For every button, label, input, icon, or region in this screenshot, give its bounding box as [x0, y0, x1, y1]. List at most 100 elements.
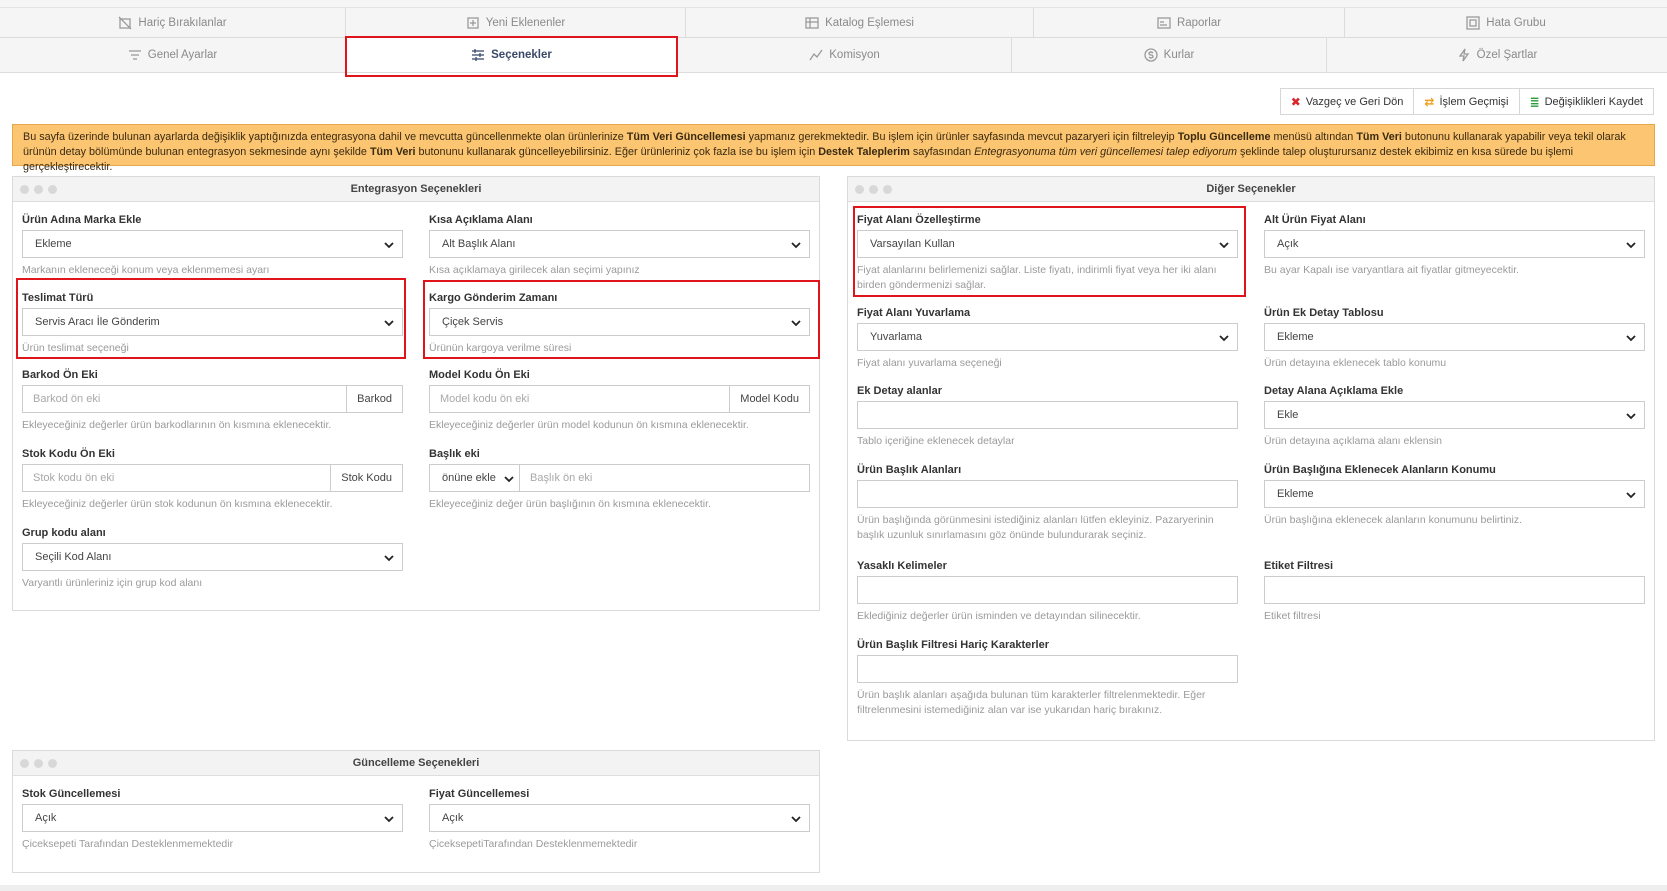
title-pos-select[interactable]: Ekleme: [1264, 480, 1645, 508]
field-hint: Ekleyeceğiniz değer ürün başlığının ön k…: [429, 498, 711, 510]
price-update-select[interactable]: Açık: [429, 804, 810, 832]
tab-label: Genel Ayarlar: [147, 49, 218, 61]
chevron-down-icon: [384, 318, 394, 328]
field-label: Ürün Adına Marka Ekle: [22, 214, 142, 226]
detail-desc-select[interactable]: Ekle: [1264, 401, 1645, 429]
title-pos-field: Ürün Başlığına Eklenecek Alanların Konum…: [1264, 464, 1645, 528]
warning-text: menüsü altından: [1270, 131, 1357, 143]
field-hint: Ürün teslimat seçeneği: [22, 342, 129, 354]
group-code-select[interactable]: Seçili Kod Alanı: [22, 543, 403, 571]
stock-update-select[interactable]: Açık: [22, 804, 403, 832]
stock-update-field: Stok Güncellemesi Açık Çiceksepeti Taraf…: [22, 788, 403, 852]
integration-options-panel: Entegrasyon Seçenekleri Ürün Adına Marka…: [12, 176, 820, 611]
select-value: Seçili Kod Alanı: [35, 551, 112, 563]
field-hint: Ekleyeceğiniz değerler ürün model kodunu…: [429, 419, 749, 431]
chevron-down-icon: [1626, 490, 1636, 500]
report-icon: [1157, 16, 1171, 29]
extra-table-select[interactable]: Ekleme: [1264, 323, 1645, 351]
title-prefix-position-select[interactable]: önüne ekle: [429, 464, 519, 492]
field-label: Yasaklı Kelimeler: [857, 560, 947, 572]
field-hint: Eklediğiniz değerler ürün isminden ve de…: [857, 610, 1141, 622]
select-value: Açık: [1277, 238, 1299, 250]
field-hint: Ürün başlığına eklenecek alanların konum…: [1264, 514, 1522, 526]
tab-currencies[interactable]: Kurlar: [1012, 38, 1327, 72]
barcode-addon: Barkod: [347, 385, 403, 413]
cancel-button[interactable]: ✖ Vazgeç ve Geri Dön: [1279, 88, 1415, 115]
tag-filter-input[interactable]: [1264, 576, 1645, 604]
brand-field: Ürün Adına Marka Ekle Ekleme Markanın ek…: [22, 214, 403, 278]
field-label: Model Kodu Ön Eki: [429, 369, 530, 381]
field-hint: Bu ayar Kapalı ise varyantlara ait fiyat…: [1264, 264, 1520, 276]
price-custom-field: Fiyat Alanı Özelleştirme Varsayılan Kull…: [857, 214, 1238, 293]
tab-catalog-mapping[interactable]: Katalog Eşlemesi: [686, 8, 1034, 37]
tab-label: Katalog Eşlemesi: [825, 16, 914, 29]
extra-fields-input[interactable]: [857, 401, 1238, 429]
price-custom-select[interactable]: Varsayılan Kullan: [857, 230, 1238, 258]
price-round-select[interactable]: Yuvarlama: [857, 323, 1238, 351]
field-hint: Ürün başlığında görünmesini istediğiniz …: [857, 514, 1214, 541]
field-label: Stok Kodu Ön Eki: [22, 448, 115, 460]
tab-row-1: Hariç Bırakılanlar Yeni Eklenenler Katal…: [0, 8, 1667, 38]
database-icon: ≣: [1529, 94, 1540, 109]
field-hint: ÇiceksepetiTarafından Desteklenmemektedi…: [429, 838, 638, 850]
field-label: Kısa Açıklama Alanı: [429, 214, 533, 226]
warning-banner: Bu sayfa üzerinde bulunan ayarlarda deği…: [12, 124, 1655, 173]
general-settings-icon: [128, 50, 141, 60]
tab-options[interactable]: Seçenekler: [346, 38, 678, 72]
banned-words-input[interactable]: [857, 576, 1238, 604]
cancel-label: Vazgeç ve Geri Dön: [1305, 95, 1404, 108]
sub-price-select[interactable]: Açık: [1264, 230, 1645, 258]
warning-bold: Tüm Veri: [369, 146, 416, 158]
select-value: Yuvarlama: [870, 331, 922, 343]
save-button[interactable]: ≣ Değişiklikleri Kaydet: [1518, 88, 1654, 115]
tab-special-terms[interactable]: Özel Şartlar: [1327, 38, 1667, 72]
history-button[interactable]: ⇄ İşlem Geçmişi: [1413, 88, 1520, 115]
tab-label: Kurlar: [1163, 49, 1195, 61]
select-value: Çiçek Servis: [442, 316, 504, 328]
bottom-strip: [0, 885, 1667, 891]
brand-select[interactable]: Ekleme: [22, 230, 403, 258]
field-label: Alt Ürün Fiyat Alanı: [1264, 214, 1366, 226]
warning-bold: Tüm Veri: [1356, 131, 1402, 143]
select-value: Ekleme: [1277, 488, 1314, 500]
update-options-panel: Güncelleme Seçenekleri Stok Güncellemesi…: [12, 750, 820, 873]
field-label: Kargo Gönderim Zamanı: [429, 292, 558, 304]
field-hint: Tablo içeriğine eklenecek detaylar: [857, 435, 1015, 447]
commission-icon: [809, 49, 823, 61]
short-desc-select[interactable]: Alt Başlık Alanı: [429, 230, 810, 258]
swap-icon: ⇄: [1424, 94, 1435, 109]
tab-excluded[interactable]: Hariç Bırakılanlar: [0, 8, 346, 37]
field-hint: Ürünün kargoya verilme süresi: [429, 342, 572, 354]
tab-reports[interactable]: Raporlar: [1034, 8, 1345, 37]
stock-prefix-input[interactable]: Stok kodu ön eki: [22, 464, 332, 492]
stock-addon: Stok Kodu: [331, 464, 403, 492]
price-update-field: Fiyat Güncellemesi Açık ÇiceksepetiTaraf…: [429, 788, 810, 852]
panel-header: Entegrasyon Seçenekleri: [13, 177, 819, 202]
model-prefix-input[interactable]: Model kodu ön eki: [429, 385, 731, 413]
cargo-time-select[interactable]: Çiçek Servis: [429, 308, 810, 336]
panel-header: Güncelleme Seçenekleri: [13, 751, 819, 776]
model-input-group: Model kodu ön eki Model Kodu: [429, 385, 810, 413]
tab-commission[interactable]: Komisyon: [678, 38, 1012, 72]
field-label: Ürün Ek Detay Tablosu: [1264, 307, 1384, 319]
field-hint: Markanın ekleneceği konum veya eklenmeme…: [22, 264, 270, 276]
barcode-prefix-input[interactable]: Barkod ön eki: [22, 385, 348, 413]
price-round-field: Fiyat Alanı Yuvarlama Yuvarlama Fiyat al…: [857, 307, 1238, 371]
tab-new-items[interactable]: Yeni Eklenenler: [346, 8, 686, 37]
tab-error-group[interactable]: Hata Grubu: [1345, 8, 1667, 37]
title-prefix-input[interactable]: Başlık ön eki: [519, 464, 810, 492]
select-value: Varsayılan Kullan: [870, 238, 955, 250]
warning-bold: Tüm Veri Güncellemesi: [626, 131, 746, 143]
delivery-select[interactable]: Servis Aracı İle Gönderim: [22, 308, 403, 336]
select-value: Alt Başlık Alanı: [442, 238, 516, 250]
field-hint: Ürün detayına eklenecek tablo konumu: [1264, 357, 1447, 369]
field-label: Başlık eki: [429, 448, 480, 460]
barcode-prefix-field: Barkod Ön Eki Barkod ön eki Barkod Ekley…: [22, 369, 403, 433]
title-filter-input[interactable]: [857, 655, 1238, 683]
warning-text: yapmanız gerekmektedir. Bu işlem için ür…: [745, 131, 1178, 143]
title-fields-input[interactable]: [857, 480, 1238, 508]
field-label: Detay Alana Açıklama Ekle: [1264, 385, 1404, 397]
tab-general-settings[interactable]: Genel Ayarlar: [0, 38, 346, 72]
warning-bold: Toplu Güncelleme: [1177, 131, 1271, 143]
window-dots: [20, 185, 57, 194]
